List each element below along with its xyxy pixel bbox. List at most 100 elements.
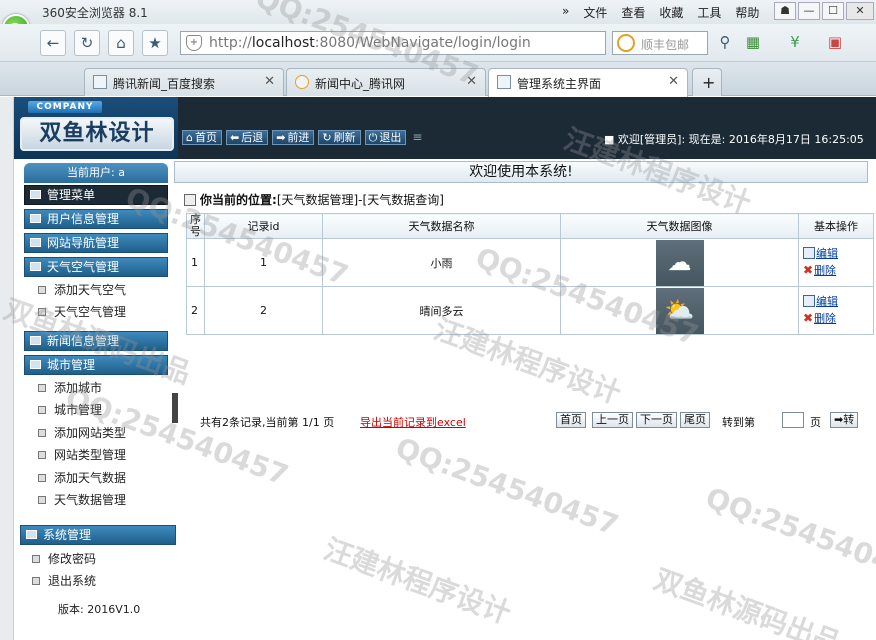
- side-panel-strip: [0, 97, 14, 640]
- maximize-button[interactable]: ☐: [822, 2, 844, 20]
- nav-label: 后退: [241, 131, 264, 144]
- section-label: 用户信息管理: [47, 212, 120, 226]
- nav-logout-button[interactable]: ⏻ 退出: [364, 130, 407, 145]
- sidebar-item-add-site-type[interactable]: 添加网站类型: [38, 423, 126, 443]
- qq-icon: [295, 75, 309, 89]
- item-label: 退出系统: [48, 574, 97, 588]
- cell-index: 1: [186, 238, 205, 287]
- section-label: 城市管理: [47, 358, 96, 372]
- item-label: 添加天气数据: [54, 471, 127, 485]
- delete-link[interactable]: 删除: [814, 264, 836, 277]
- adblock-icon[interactable]: ▣: [822, 30, 848, 56]
- prev-page-button[interactable]: 上一页: [592, 412, 633, 428]
- nav-home-button[interactable]: ⌂ 首页: [182, 130, 222, 145]
- sidebar-item-weather-air-manage[interactable]: 天气空气管理: [38, 302, 126, 322]
- nav-back-button[interactable]: ⬅ 后退: [225, 130, 269, 145]
- sidebar-item-city-manage[interactable]: 城市管理: [38, 400, 102, 420]
- table-row: 2 2 晴间多云 ⛅ 编辑 ✖删除: [186, 286, 874, 335]
- menu-tools[interactable]: 工具: [697, 4, 721, 21]
- back-arrow-icon[interactable]: ←: [40, 30, 66, 56]
- money-icon[interactable]: ¥: [782, 30, 808, 56]
- address-bar[interactable]: + http://localhost:8080/WebNavigate/logi…: [180, 31, 606, 55]
- tab-label: 新闻中心_腾讯网: [315, 77, 406, 91]
- menu-file[interactable]: 文件: [583, 4, 607, 21]
- next-page-button[interactable]: 下一页: [636, 412, 677, 428]
- sidebar-toggle-handle[interactable]: [172, 393, 178, 423]
- sidebar-item-change-password[interactable]: 修改密码: [32, 549, 96, 569]
- power-icon: ⏻: [368, 131, 378, 144]
- shield-icon: +: [186, 35, 202, 51]
- sidebar-section-system[interactable]: 系统管理: [20, 525, 176, 545]
- tab-admin-main[interactable]: 管理系统主界面 ✕: [488, 68, 688, 97]
- bullet-icon: [38, 429, 46, 437]
- cell-actions: 编辑 ✖删除: [798, 238, 874, 287]
- nav-refresh-button[interactable]: ↻ 刷新: [318, 130, 361, 145]
- page-number-input[interactable]: [782, 412, 804, 428]
- go-button[interactable]: ➡转: [830, 412, 859, 428]
- bullet-icon: [38, 406, 46, 414]
- export-excel-link[interactable]: 导出当前记录到excel: [360, 414, 466, 430]
- edit-link[interactable]: 编辑: [816, 247, 838, 260]
- address-prefix: http://: [209, 35, 252, 51]
- sun-cloud-icon: ⛅: [655, 287, 704, 334]
- menu-favorites[interactable]: 收藏: [659, 4, 683, 21]
- back-icon: ⬅: [229, 131, 240, 144]
- current-user: 当前用户: a: [24, 163, 168, 183]
- refresh-icon[interactable]: ↻: [74, 30, 100, 56]
- minimize-button[interactable]: —: [798, 2, 820, 20]
- sidebar-item-add-weather-air[interactable]: 添加天气空气: [38, 280, 126, 300]
- nav-label: 退出: [379, 131, 402, 144]
- page-icon: [497, 75, 511, 89]
- tab-tencent-news[interactable]: 新闻中心_腾讯网 ✕: [286, 68, 486, 96]
- menu-lines-icon: ≡: [412, 130, 423, 144]
- last-page-button[interactable]: 尾页: [680, 412, 710, 428]
- close-icon[interactable]: ✕: [264, 74, 275, 89]
- menu-help[interactable]: 帮助: [735, 4, 759, 21]
- search-icon[interactable]: ⚲: [712, 30, 738, 56]
- menu-title: 管理菜单: [24, 185, 168, 205]
- sidebar-item-weather-data-manage[interactable]: 天气数据管理: [38, 490, 126, 510]
- sidebar-section-weather-air[interactable]: 天气空气管理: [24, 257, 168, 277]
- sidebar-section-city[interactable]: 城市管理: [24, 355, 168, 375]
- skin-button[interactable]: ☗: [774, 2, 796, 20]
- apps-icon[interactable]: ▦: [740, 30, 766, 56]
- sidebar-section-users[interactable]: 用户信息管理: [24, 209, 168, 229]
- menu-view[interactable]: 查看: [621, 4, 645, 21]
- close-window-button[interactable]: ✕: [846, 2, 874, 20]
- nav-forward-button[interactable]: ➡ 前进: [272, 130, 315, 145]
- sidebar-item-logout[interactable]: 退出系统: [32, 571, 96, 591]
- item-label: 修改密码: [48, 552, 97, 566]
- close-icon[interactable]: ✕: [466, 74, 477, 89]
- home-icon[interactable]: ⌂: [108, 30, 134, 56]
- folder-icon: [30, 214, 41, 223]
- cell-index: 2: [186, 286, 205, 335]
- sidebar-section-nav[interactable]: 网站导航管理: [24, 233, 168, 253]
- bullet-icon: [38, 308, 46, 316]
- site-header: COMPANY 双鱼林设计 ⌂ 首页 ⬅ 后退 ➡ 前进 ↻ 刷新 ⏻ 退出 ≡ ■ 欢迎…: [14, 97, 876, 159]
- delete-link[interactable]: 删除: [814, 312, 836, 325]
- sidebar-item-add-weather-data[interactable]: 添加天气数据: [38, 468, 126, 488]
- section-label: 网站导航管理: [47, 236, 120, 250]
- close-icon[interactable]: ✕: [668, 74, 679, 89]
- menu-more[interactable]: »: [562, 4, 569, 21]
- sidebar-item-add-city[interactable]: 添加城市: [38, 378, 102, 398]
- company-tag: COMPANY: [28, 101, 102, 113]
- browser-menu: » 文件 查看 收藏 工具 帮助: [562, 4, 773, 21]
- page-unit-label: 页: [810, 416, 821, 429]
- bullet-icon: [32, 577, 40, 585]
- sidebar-item-site-type-manage[interactable]: 网站类型管理: [38, 445, 126, 465]
- col-record-id: 记录id: [204, 213, 323, 239]
- bullet-icon: [38, 496, 46, 504]
- item-label: 天气空气管理: [54, 305, 127, 319]
- search-input[interactable]: 顺丰包邮: [612, 31, 708, 55]
- bullet-icon: [38, 474, 46, 482]
- col-actions: 基本操作: [798, 213, 874, 239]
- nav-label: 首页: [194, 131, 217, 144]
- new-tab-button[interactable]: +: [692, 68, 722, 96]
- first-page-button[interactable]: 首页: [556, 412, 586, 428]
- item-label: 网站类型管理: [54, 448, 127, 462]
- tab-baidu-search[interactable]: 腾讯新闻_百度搜索 ✕: [84, 68, 284, 96]
- edit-link[interactable]: 编辑: [816, 295, 838, 308]
- star-icon[interactable]: ★: [142, 30, 168, 56]
- sidebar-section-news[interactable]: 新闻信息管理: [24, 331, 168, 351]
